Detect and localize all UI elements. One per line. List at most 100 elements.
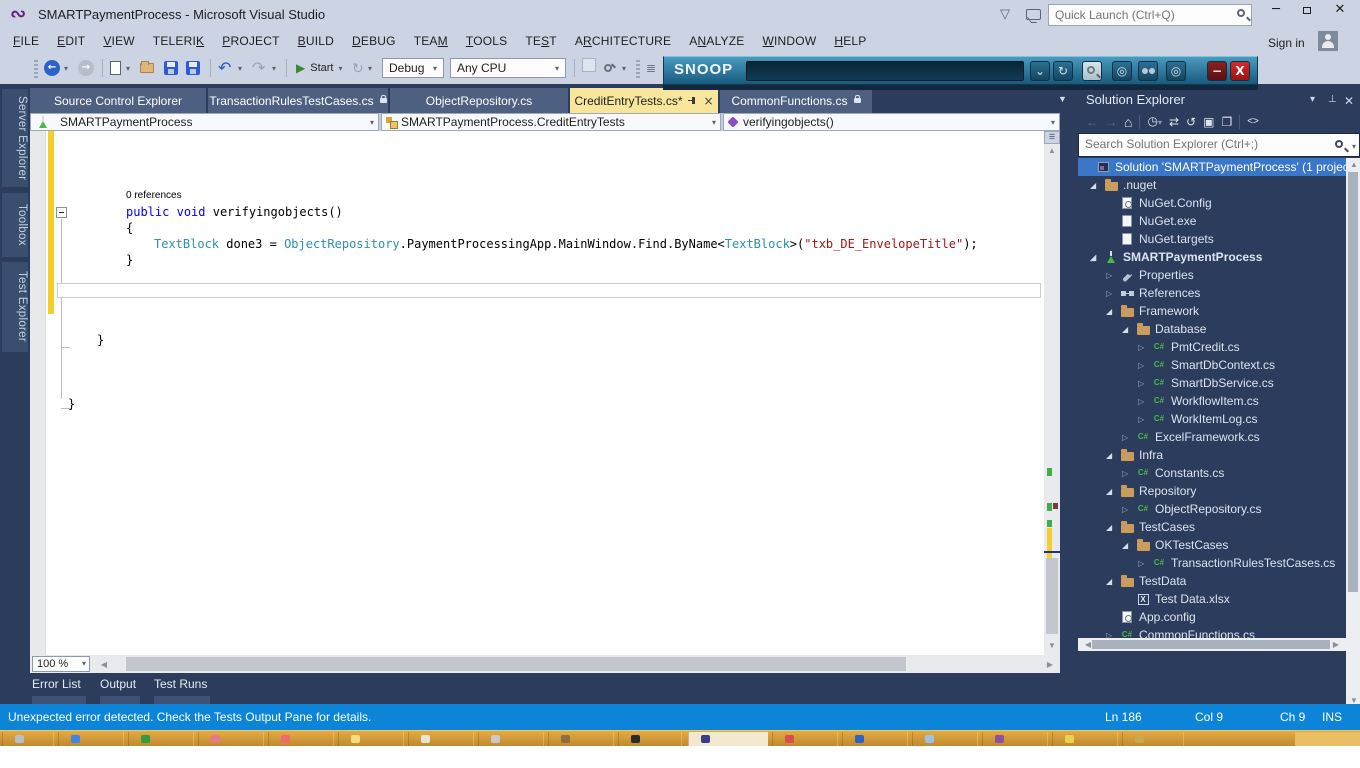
toolbar-grip[interactable]: [34, 60, 38, 78]
tree-item-infra[interactable]: ◢Infra: [1078, 446, 1346, 464]
close-button[interactable]: ✕: [1326, 0, 1354, 22]
expander-col-icon[interactable]: ▷: [1122, 469, 1135, 478]
undo-dropdown[interactable]: ▾: [238, 58, 242, 78]
windows-taskbar[interactable]: [0, 730, 1360, 746]
save-all-button[interactable]: [186, 58, 200, 78]
toolbar-grip-2[interactable]: [636, 60, 640, 78]
menu-team[interactable]: TEAM: [405, 34, 457, 48]
feedback-filter-icon[interactable]: ▽: [1000, 6, 1010, 22]
menu-view[interactable]: VIEW: [94, 34, 143, 48]
codelens-references[interactable]: 0 references: [126, 190, 182, 202]
tree-item-testdata[interactable]: ◢TestData: [1078, 572, 1346, 590]
horizontal-scroll-thumb[interactable]: [126, 657, 906, 671]
tree-scroll-up[interactable]: ▲: [1346, 160, 1360, 169]
taskbar-button-9[interactable]: [618, 732, 682, 747]
menu-edit[interactable]: EDIT: [48, 34, 94, 48]
tool-tab-test-runs[interactable]: Test Runs: [154, 677, 207, 691]
tree-item-smartdbservice-cs[interactable]: ▷C#SmartDbService.cs: [1078, 374, 1346, 392]
menu-window[interactable]: WINDOW: [753, 34, 825, 48]
view-code-icon[interactable]: <>: [1247, 115, 1259, 129]
hot-reload-dropdown[interactable]: ▾: [368, 58, 372, 78]
code-line[interactable]: public void verifyingobjects(): [126, 205, 343, 220]
tree-item-excelframework-cs[interactable]: ▷C#ExcelFramework.cs: [1078, 428, 1346, 446]
expander-col-icon[interactable]: ▷: [1122, 433, 1135, 442]
taskbar-button-16[interactable]: [1122, 732, 1184, 747]
expander-col-icon[interactable]: ▷: [1138, 415, 1151, 424]
expander-col-icon[interactable]: ▷: [1106, 289, 1119, 298]
tool-tab-output[interactable]: Output: [100, 677, 136, 691]
tree-item-nuget-exe[interactable]: NuGet.exe: [1078, 212, 1346, 230]
scroll-left-arrow[interactable]: ◀: [96, 660, 112, 669]
code-line[interactable]: }: [68, 397, 75, 412]
tree-item-smartdbcontext-cs[interactable]: ▷C#SmartDbContext.cs: [1078, 356, 1346, 374]
window-position-dropdown-icon[interactable]: ▾: [1310, 94, 1315, 105]
taskbar-button-3[interactable]: [198, 732, 264, 747]
tab-overflow-dropdown[interactable]: ▼: [1058, 94, 1067, 104]
add-item-button[interactable]: [140, 58, 154, 78]
code-line[interactable]: }: [97, 333, 104, 348]
code-line[interactable]: {: [126, 221, 133, 236]
tree-item-references[interactable]: ▷References: [1078, 284, 1346, 302]
tree-item-oktestcases[interactable]: ◢OKTestCases: [1078, 536, 1346, 554]
pin-icon[interactable]: [688, 96, 697, 105]
undo-button[interactable]: ↶: [218, 58, 231, 78]
tree-item-smartpaymentprocess[interactable]: ◢SMARTPaymentProcess: [1078, 248, 1346, 266]
menu-help[interactable]: HELP: [825, 34, 875, 48]
show-all-files-icon[interactable]: ❐: [1221, 115, 1232, 129]
user-account-icon[interactable]: [1318, 31, 1338, 51]
tree-hscroll-thumb[interactable]: [1092, 640, 1330, 649]
sign-in-link[interactable]: Sign in: [1268, 36, 1305, 50]
menu-test[interactable]: TEST: [516, 34, 565, 48]
refresh-icon[interactable]: ↺: [1186, 115, 1196, 129]
menu-analyze[interactable]: ANALYZE: [680, 34, 753, 48]
save-button[interactable]: [164, 58, 178, 78]
tree-item-nuget-config[interactable]: NuGet.Config: [1078, 194, 1346, 212]
tree-item-objectrepository-cs[interactable]: ▷C#ObjectRepository.cs: [1078, 500, 1346, 518]
menu-debug[interactable]: DEBUG: [343, 34, 405, 48]
snoop-dropdown-button[interactable]: ⌄: [1030, 61, 1050, 81]
tree-item-properties[interactable]: ▷Properties: [1078, 266, 1346, 284]
sidebar-tab-test-explorer[interactable]: Test Explorer: [2, 262, 28, 352]
expander-exp-icon[interactable]: ◢: [1122, 325, 1135, 334]
doc-tab-objectrepository-cs[interactable]: ObjectRepository.cs: [390, 88, 568, 113]
navigate-back-button[interactable]: ←: [44, 58, 60, 78]
tree-item-transactionrulestestcases-cs[interactable]: ▷C#TransactionRulesTestCases.cs: [1078, 554, 1346, 572]
menu-file[interactable]: FILE: [4, 34, 48, 48]
sidebar-tab-toolbox[interactable]: Toolbox: [2, 193, 28, 257]
member-dropdown[interactable]: verifyingobjects() ▾: [723, 113, 1060, 131]
collapse-all-icon[interactable]: ▣: [1203, 115, 1214, 129]
taskbar-button-7[interactable]: [478, 732, 544, 747]
type-dropdown[interactable]: SMARTPaymentProcess.CreditEntryTests ▾: [381, 113, 721, 131]
debug-target-icon[interactable]: ≣: [646, 58, 656, 78]
taskbar-button-15[interactable]: [1052, 732, 1118, 747]
quick-launch-input[interactable]: [1055, 7, 1225, 23]
expander-col-icon[interactable]: ▷: [1138, 361, 1151, 370]
new-item-button[interactable]: [110, 58, 121, 78]
expander-exp-icon[interactable]: ◢: [1106, 487, 1119, 496]
outline-collapse-button[interactable]: [56, 207, 67, 218]
taskbar-button-11[interactable]: [772, 732, 838, 747]
snoop-binoculars-button[interactable]: [1138, 61, 1158, 81]
scroll-right-arrow[interactable]: ▶: [1042, 660, 1058, 669]
sidebar-tab-server-explorer[interactable]: Server Explorer: [2, 89, 28, 187]
tree-item-workitemlog-cs[interactable]: ▷C#WorkItemLog.cs: [1078, 410, 1346, 428]
tree-vscroll-thumb[interactable]: [1348, 172, 1358, 592]
expander-exp-icon[interactable]: ◢: [1090, 181, 1103, 190]
taskbar-button-2[interactable]: [128, 732, 194, 747]
solution-configuration-combo[interactable]: Debug▾: [382, 58, 444, 78]
tree-item-pmtcredit-cs[interactable]: ▷C#PmtCredit.cs: [1078, 338, 1346, 356]
pending-changes-filter-icon[interactable]: ◷▾: [1147, 114, 1162, 130]
expander-exp-icon[interactable]: ◢: [1106, 451, 1119, 460]
doc-tab-source-control-explorer[interactable]: Source Control Explorer: [30, 88, 206, 113]
taskbar-button-14[interactable]: [982, 732, 1048, 747]
vertical-scroll-thumb[interactable]: [1046, 558, 1058, 634]
back-dropdown[interactable]: ▾: [64, 58, 68, 78]
expander-exp-icon[interactable]: ◢: [1106, 523, 1119, 532]
solution-explorer-search-box[interactable]: ▾: [1078, 133, 1360, 157]
editor-zoom-combo[interactable]: 100 %▾: [32, 656, 90, 672]
tree-item-database[interactable]: ◢Database: [1078, 320, 1346, 338]
tree-item-workflowitem-cs[interactable]: ▷C#WorkflowItem.cs: [1078, 392, 1346, 410]
taskbar-button-13[interactable]: [912, 732, 978, 747]
project-dropdown[interactable]: SMARTPaymentProcess ▾: [30, 113, 379, 131]
expander-col-icon[interactable]: ▷: [1138, 397, 1151, 406]
